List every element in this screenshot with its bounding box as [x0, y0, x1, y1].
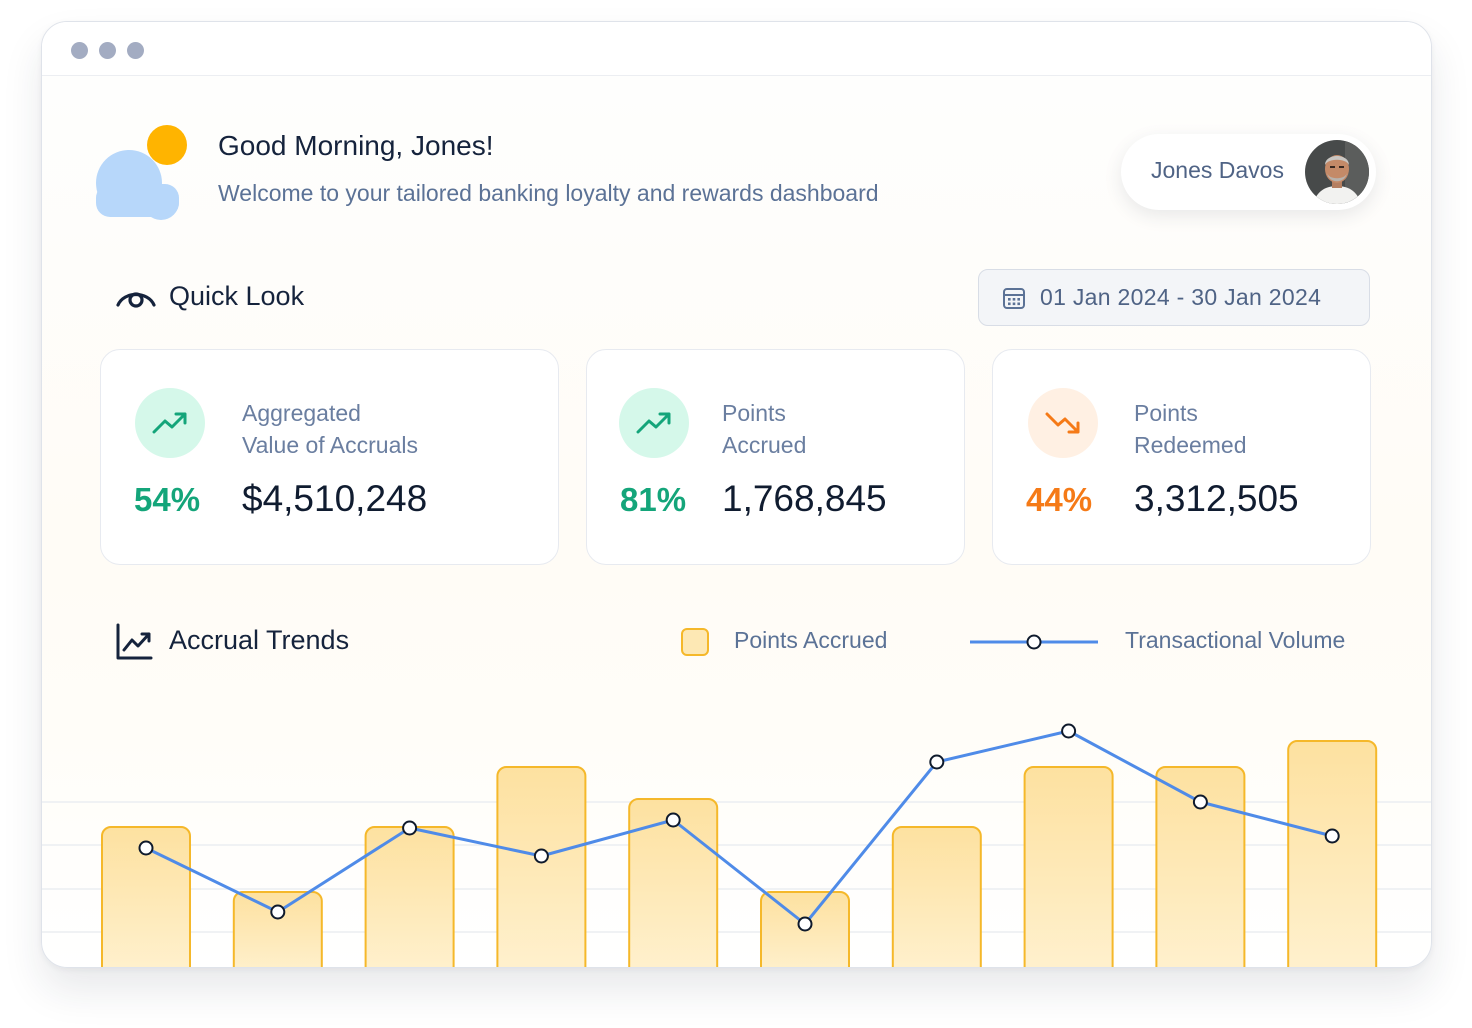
card-label-line1: Aggregated: [242, 400, 361, 426]
quick-look-title: Quick Look: [169, 281, 305, 311]
chart-bar: [232, 891, 323, 967]
accrual-trends-title: Accrual Trends: [169, 625, 350, 655]
card-percent: 44%: [1026, 481, 1093, 518]
card-label-line2: Redeemed: [1134, 432, 1247, 458]
stat-card-points-accrued[interactable]: Points Accrued 81% 1,768,845: [586, 349, 965, 565]
legend-swatch-transactional-volume: [970, 634, 1098, 650]
stat-card-aggregated-value[interactable]: Aggregated Value of Accruals 54% $4,510,…: [100, 349, 559, 565]
calendar-icon: [1003, 288, 1025, 309]
card-label-line1: Points: [722, 400, 786, 426]
trend-badge: [1028, 388, 1098, 458]
chart-point: [929, 754, 945, 770]
trending-up-icon: [636, 412, 671, 434]
chart-series-line: [145, 729, 1333, 926]
browser-window: Good Morning, Jones! Welcome to your tai…: [41, 21, 1432, 968]
chart-bar: [1023, 766, 1114, 967]
chart-point: [1324, 828, 1340, 844]
card-label: Points Redeemed: [1134, 397, 1247, 461]
chart-point: [533, 848, 549, 864]
legend-label-points-accrued: Points Accrued: [734, 627, 888, 653]
card-label-line2: Value of Accruals: [242, 432, 419, 458]
legend-swatch-points-accrued: [681, 628, 709, 656]
card-label-line1: Points: [1134, 400, 1198, 426]
card-value: 3,312,505: [1134, 478, 1299, 519]
weather-partly-cloudy-icon: [96, 125, 187, 220]
legend-label-transactional-volume: Transactional Volume: [1125, 627, 1346, 653]
trend-badge: [619, 388, 689, 458]
chart-point: [665, 812, 681, 828]
trend-badge: [135, 388, 205, 458]
avatar[interactable]: [1305, 140, 1369, 204]
card-label-line2: Accrued: [722, 432, 807, 458]
window-titlebar: [42, 22, 1431, 76]
card-label: Points Accrued: [722, 397, 806, 461]
date-range-picker[interactable]: 01 Jan 2024 - 30 Jan 2024: [978, 269, 1370, 326]
card-percent: 54%: [134, 481, 201, 518]
chart-point: [138, 840, 154, 856]
chart-point: [1061, 723, 1077, 739]
chart-point: [1192, 794, 1208, 810]
trending-up-icon: [152, 412, 187, 434]
user-profile-pill[interactable]: Jones Davos: [1121, 134, 1376, 210]
stat-card-points-redeemed[interactable]: Points Redeemed 44% 3,312,505: [992, 349, 1371, 565]
window-control-dot[interactable]: [99, 42, 116, 59]
window-control-dot[interactable]: [127, 42, 144, 59]
card-value: $4,510,248: [242, 478, 428, 519]
trending-down-icon: [1045, 412, 1080, 434]
accrual-trends-chart: [42, 723, 1431, 967]
date-range-text: 01 Jan 2024 - 30 Jan 2024: [1040, 284, 1322, 310]
greeting-title: Good Morning, Jones!: [218, 130, 494, 161]
chart-point: [797, 916, 813, 932]
chart-point: [270, 904, 286, 920]
chart-bar: [1287, 740, 1378, 967]
card-label: Aggregated Value of Accruals: [242, 397, 418, 461]
window-control-dot[interactable]: [71, 42, 88, 59]
card-percent: 81%: [620, 481, 687, 518]
avatar-photo-icon: [1305, 140, 1369, 204]
chart-line-icon: [116, 623, 153, 660]
chart-point: [402, 820, 418, 836]
greeting-subtitle: Welcome to your tailored banking loyalty…: [218, 180, 879, 206]
chart-bar: [496, 766, 587, 967]
chart-bar: [891, 826, 982, 967]
eye-icon: [116, 292, 156, 308]
user-name: Jones Davos: [1151, 157, 1284, 183]
card-value: 1,768,845: [722, 478, 887, 519]
